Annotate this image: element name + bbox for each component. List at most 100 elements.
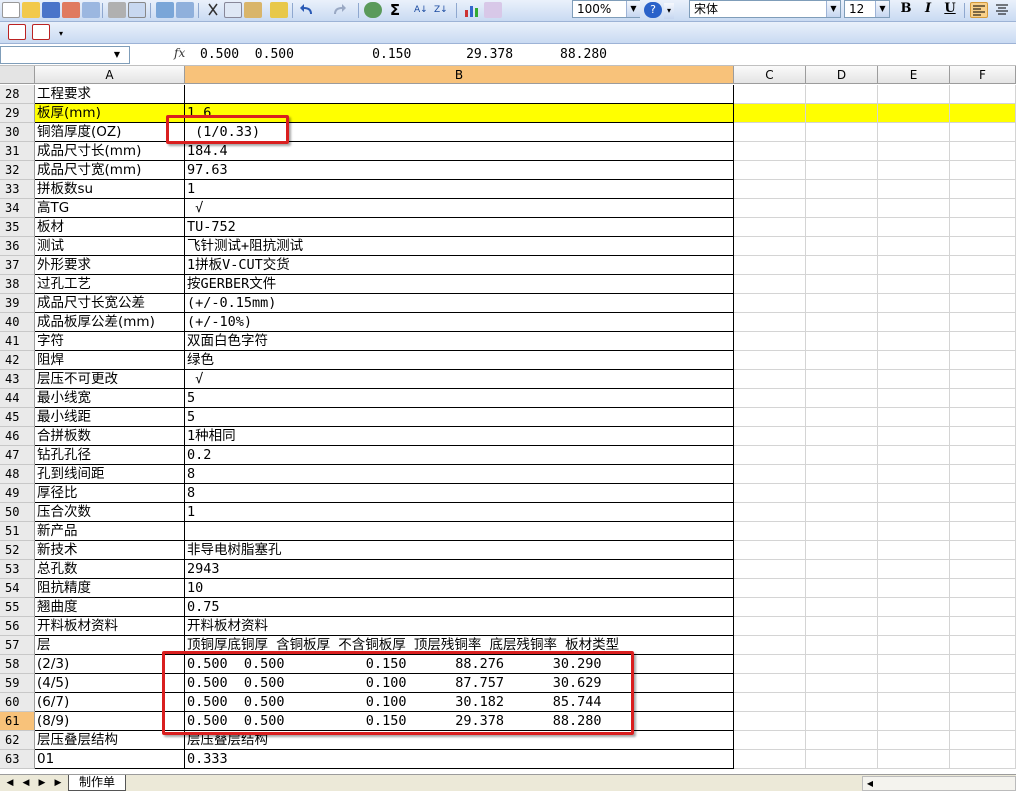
cell-f[interactable]	[950, 161, 1016, 180]
cell-e[interactable]	[878, 427, 950, 446]
cell-d[interactable]	[806, 351, 878, 370]
print-icon[interactable]	[108, 2, 126, 18]
cell-c[interactable]	[734, 750, 806, 769]
cell-d[interactable]	[806, 465, 878, 484]
cell-d[interactable]	[806, 750, 878, 769]
cell-b[interactable]: TU-752	[185, 218, 734, 237]
cell-f[interactable]	[950, 256, 1016, 275]
cell-a[interactable]: 01	[35, 750, 185, 769]
cell-c[interactable]	[734, 465, 806, 484]
cell-b[interactable]: 8	[185, 484, 734, 503]
new-document-icon[interactable]	[2, 2, 20, 18]
cell-d[interactable]	[806, 104, 878, 123]
pdf-toolbar-options-icon[interactable]: ▾	[56, 26, 66, 42]
cell-a[interactable]: 合拼板数	[35, 427, 185, 446]
cell-b[interactable]: 双面白色字符	[185, 332, 734, 351]
row-header[interactable]: 29	[0, 104, 35, 123]
row-header[interactable]: 36	[0, 237, 35, 256]
cell-d[interactable]	[806, 522, 878, 541]
name-box-dropdown-icon[interactable]: ▼	[110, 47, 124, 63]
cell-f[interactable]	[950, 636, 1016, 655]
cell-d[interactable]	[806, 693, 878, 712]
row-header[interactable]: 62	[0, 731, 35, 750]
row-header[interactable]: 43	[0, 370, 35, 389]
cell-e[interactable]	[878, 313, 950, 332]
paste-icon[interactable]	[244, 2, 262, 18]
redo-icon[interactable]	[330, 2, 348, 18]
cell-c[interactable]	[734, 617, 806, 636]
underline-button[interactable]: U	[940, 0, 960, 18]
cell-c[interactable]	[734, 560, 806, 579]
sort-descending-icon[interactable]: Z↓	[434, 2, 452, 18]
cell-b[interactable]: (+/-0.15mm)	[185, 294, 734, 313]
cell-a[interactable]: 阻焊	[35, 351, 185, 370]
cell-d[interactable]	[806, 541, 878, 560]
font-size-dropdown-icon[interactable]: ▼	[875, 1, 889, 17]
cell-c[interactable]	[734, 123, 806, 142]
cell-d[interactable]	[806, 598, 878, 617]
cell-d[interactable]	[806, 655, 878, 674]
cell-f[interactable]	[950, 275, 1016, 294]
email-icon[interactable]	[82, 2, 100, 18]
cell-e[interactable]	[878, 218, 950, 237]
cell-f[interactable]	[950, 484, 1016, 503]
cell-d[interactable]	[806, 503, 878, 522]
cell-c[interactable]	[734, 503, 806, 522]
cell-a[interactable]: 拼板数su	[35, 180, 185, 199]
first-sheet-icon[interactable]: ◀	[4, 776, 16, 790]
cell-d[interactable]	[806, 731, 878, 750]
cell-e[interactable]	[878, 503, 950, 522]
cell-c[interactable]	[734, 218, 806, 237]
row-header[interactable]: 28	[0, 85, 35, 104]
cell-b[interactable]: (+/-10%)	[185, 313, 734, 332]
column-header-e[interactable]: E	[878, 66, 950, 84]
cell-f[interactable]	[950, 199, 1016, 218]
cell-d[interactable]	[806, 199, 878, 218]
print-preview-icon[interactable]	[128, 2, 146, 18]
cell-e[interactable]	[878, 237, 950, 256]
cell-e[interactable]	[878, 446, 950, 465]
cell-a[interactable]: 工程要求	[35, 85, 185, 104]
cut-icon[interactable]	[204, 2, 222, 18]
cell-f[interactable]	[950, 617, 1016, 636]
row-header[interactable]: 53	[0, 560, 35, 579]
column-header-c[interactable]: C	[734, 66, 806, 84]
cell-a[interactable]: 成品尺寸宽(mm)	[35, 161, 185, 180]
cell-b[interactable]: √	[185, 199, 734, 218]
cell-c[interactable]	[734, 522, 806, 541]
pdf-convert-icon[interactable]	[8, 24, 26, 40]
cell-f[interactable]	[950, 560, 1016, 579]
cell-a[interactable]: 成品尺寸长宽公差	[35, 294, 185, 313]
cell-a[interactable]: 板材	[35, 218, 185, 237]
row-header[interactable]: 61	[0, 712, 35, 731]
cell-c[interactable]	[734, 313, 806, 332]
cell-c[interactable]	[734, 237, 806, 256]
cell-d[interactable]	[806, 617, 878, 636]
cell-e[interactable]	[878, 199, 950, 218]
cell-d[interactable]	[806, 579, 878, 598]
fx-icon[interactable]: fx	[174, 46, 185, 60]
cell-d[interactable]	[806, 560, 878, 579]
toolbar-options-icon[interactable]: ▾	[664, 3, 674, 19]
cell-b[interactable]	[185, 85, 734, 104]
cell-e[interactable]	[878, 161, 950, 180]
cell-e[interactable]	[878, 674, 950, 693]
cell-e[interactable]	[878, 389, 950, 408]
row-header[interactable]: 55	[0, 598, 35, 617]
copy-icon[interactable]	[224, 2, 242, 18]
row-header[interactable]: 40	[0, 313, 35, 332]
cell-a[interactable]: 层压不可更改	[35, 370, 185, 389]
row-header[interactable]: 56	[0, 617, 35, 636]
cell-c[interactable]	[734, 104, 806, 123]
cell-c[interactable]	[734, 731, 806, 750]
cell-c[interactable]	[734, 351, 806, 370]
next-sheet-icon[interactable]: ▶	[36, 776, 48, 790]
cell-e[interactable]	[878, 465, 950, 484]
cell-e[interactable]	[878, 180, 950, 199]
cell-b[interactable]: 开料板材资料	[185, 617, 734, 636]
cell-f[interactable]	[950, 427, 1016, 446]
cell-c[interactable]	[734, 446, 806, 465]
cell-f[interactable]	[950, 503, 1016, 522]
cell-d[interactable]	[806, 636, 878, 655]
format-painter-icon[interactable]	[270, 2, 288, 18]
